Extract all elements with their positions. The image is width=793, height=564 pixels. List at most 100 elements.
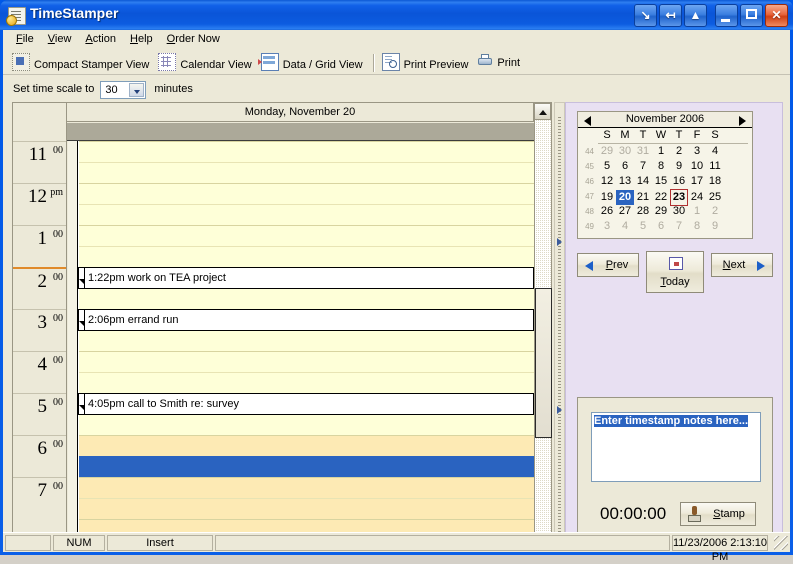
calendar-day[interactable]: 7 [634, 159, 652, 174]
calendar-day[interactable]: 4 [616, 219, 634, 234]
calendar-day[interactable]: 6 [652, 219, 670, 234]
hour-label-11[interactable]: 11 00 [13, 141, 66, 183]
time-slot[interactable] [79, 330, 534, 351]
all-day-band[interactable] [67, 123, 534, 141]
scroll-up-button[interactable] [534, 103, 551, 120]
next-button[interactable]: Next [711, 253, 773, 277]
calendar-day[interactable]: 25 [706, 190, 724, 205]
calendar-day[interactable]: 31 [634, 144, 652, 159]
calendar-day-selected[interactable]: 20 [616, 190, 634, 205]
toolbar-calendar-view[interactable]: Calendar View [155, 53, 257, 73]
hour-label-2[interactable]: 2 00 [13, 267, 66, 309]
appointment[interactable]: 2:06pm errand run [78, 309, 534, 331]
time-slot[interactable] [79, 414, 534, 435]
splitter-expand-bottom-icon[interactable] [557, 406, 562, 414]
hour-label-12[interactable]: 12 pm [13, 183, 66, 225]
calendar-day[interactable]: 16 [670, 174, 688, 189]
appointment[interactable]: 4:05pm call to Smith re: survey [78, 393, 534, 415]
hour-label-6[interactable]: 6 00 [13, 435, 66, 477]
chevron-right-icon[interactable] [739, 116, 746, 126]
time-slot[interactable] [79, 246, 534, 267]
hour-label-5[interactable]: 5 00 [13, 393, 66, 435]
appointment-resize-handle[interactable] [79, 268, 85, 288]
calendar-day[interactable]: 5 [598, 159, 616, 174]
calendar-day[interactable]: 8 [688, 219, 706, 234]
today-button[interactable]: Today [646, 251, 704, 293]
minimize-icon[interactable] [715, 4, 738, 27]
collapse-icon[interactable]: ▲ [684, 4, 707, 27]
pane-splitter[interactable] [554, 102, 565, 550]
calendar-day[interactable]: 24 [688, 190, 706, 205]
close-icon[interactable]: ✕ [765, 4, 788, 27]
toolbar-compact-stamper-view[interactable]: Compact Stamper View [9, 53, 155, 73]
hour-label-1[interactable]: 1 00 [13, 225, 66, 267]
toolbar-print[interactable]: Print [474, 53, 526, 73]
maximize-icon[interactable] [740, 4, 763, 27]
calendar-day[interactable]: 12 [598, 174, 616, 189]
calendar-day[interactable]: 4 [706, 144, 724, 159]
menu-action[interactable]: Action [78, 30, 123, 47]
menu-help[interactable]: Help [123, 30, 160, 47]
calendar-day[interactable]: 27 [616, 204, 634, 219]
calendar-day[interactable]: 7 [670, 219, 688, 234]
stamp-button[interactable]: Stamp [680, 502, 756, 526]
hour-label-7[interactable]: 7 00 [13, 477, 66, 519]
pin-icon[interactable]: ↤ [659, 4, 682, 27]
appointment[interactable]: 1:22pm work on TEA project [78, 267, 534, 289]
calendar-day[interactable]: 18 [706, 174, 724, 189]
timestamp-notes-input[interactable]: Enter timestamp notes here... [591, 412, 761, 482]
calendar-day[interactable]: 19 [598, 190, 616, 205]
time-slot[interactable] [79, 435, 534, 456]
calendar-day[interactable]: 21 [634, 190, 652, 205]
time-slot[interactable] [79, 204, 534, 225]
calendar-day[interactable]: 14 [634, 174, 652, 189]
calendar-day[interactable]: 28 [634, 204, 652, 219]
calendar-day[interactable]: 1 [652, 144, 670, 159]
calendar-day[interactable]: 2 [670, 144, 688, 159]
vertical-scrollbar-thumb[interactable] [535, 288, 552, 438]
calendar-day[interactable]: 8 [652, 159, 670, 174]
toolbar-data-grid-view[interactable]: Data / Grid View [257, 53, 369, 73]
calendar-day[interactable]: 29 [598, 144, 616, 159]
calendar-day[interactable]: 26 [598, 204, 616, 219]
calendar-day[interactable]: 10 [688, 159, 706, 174]
time-slot[interactable] [79, 477, 534, 498]
calendar-day[interactable]: 6 [616, 159, 634, 174]
resize-grip[interactable] [774, 536, 788, 550]
time-grid[interactable]: 1:22pm work on TEA project 2:06pm errand … [68, 141, 534, 549]
calendar-day[interactable]: 17 [688, 174, 706, 189]
time-slot[interactable] [79, 225, 534, 246]
day-header[interactable]: Monday, November 20 [67, 103, 534, 122]
calendar-day[interactable]: 1 [688, 204, 706, 219]
chevron-down-icon[interactable] [129, 83, 145, 97]
rollup-icon[interactable]: ↘ [634, 4, 657, 27]
calendar-day[interactable]: 5 [634, 219, 652, 234]
calendar-day[interactable]: 3 [598, 219, 616, 234]
calendar-day[interactable]: 9 [670, 159, 688, 174]
time-slot[interactable] [79, 162, 534, 183]
time-slot[interactable] [79, 141, 534, 162]
appointment-resize-handle[interactable] [79, 310, 85, 330]
menu-view[interactable]: View [41, 30, 79, 47]
hour-label-4[interactable]: 4 00 [13, 351, 66, 393]
calendar-day[interactable]: 22 [652, 190, 670, 205]
time-scale-select[interactable]: 30 [100, 81, 147, 99]
time-slot[interactable] [79, 288, 534, 309]
time-slot[interactable] [79, 183, 534, 204]
hour-label-3[interactable]: 3 00 [13, 309, 66, 351]
chevron-left-icon[interactable] [584, 116, 591, 126]
menu-file[interactable]: File [9, 30, 41, 47]
calendar-day[interactable]: 29 [652, 204, 670, 219]
time-slot[interactable] [79, 351, 534, 372]
menu-order-now[interactable]: Order Now [160, 30, 227, 47]
calendar-day[interactable]: 30 [616, 144, 634, 159]
calendar-day[interactable]: 13 [616, 174, 634, 189]
time-slot-selected[interactable] [79, 456, 534, 477]
month-label[interactable]: November 2006 [626, 113, 704, 125]
calendar-day[interactable]: 3 [688, 144, 706, 159]
prev-button[interactable]: Prev [577, 253, 639, 277]
calendar-day[interactable]: 15 [652, 174, 670, 189]
calendar-day[interactable]: 2 [706, 204, 724, 219]
time-slot[interactable] [79, 498, 534, 519]
calendar-day[interactable]: 30 [670, 204, 688, 219]
